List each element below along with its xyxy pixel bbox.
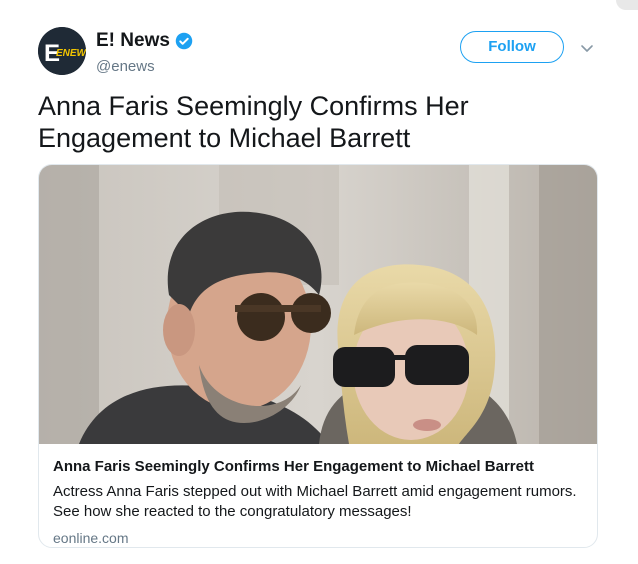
tweet-header: E ENEWS E! News @enews Follow xyxy=(38,27,608,77)
enews-logo-icon: E ENEWS xyxy=(38,27,86,75)
card-photo xyxy=(39,165,597,444)
avatar[interactable]: E ENEWS xyxy=(38,27,86,75)
tweet-text: Anna Faris Seemingly Confirms Her Engage… xyxy=(38,91,469,153)
display-name-row[interactable]: E! News xyxy=(96,30,193,52)
verified-badge-icon xyxy=(175,32,193,50)
display-name[interactable]: E! News xyxy=(96,30,170,52)
window-corner xyxy=(616,0,638,10)
card-body: Anna Faris Seemingly Confirms Her Engage… xyxy=(53,457,583,546)
link-card[interactable]: Anna Faris Seemingly Confirms Her Engage… xyxy=(38,164,598,548)
follow-button[interactable]: Follow xyxy=(460,31,564,63)
account-handle[interactable]: @enews xyxy=(96,58,193,75)
card-description: Actress Anna Faris stepped out with Mich… xyxy=(53,483,577,520)
chevron-down-icon[interactable] xyxy=(580,41,594,55)
avatar-text: ENEWS xyxy=(56,48,86,59)
card-domain: eonline.com xyxy=(53,530,129,546)
account-name-block: E! News @enews xyxy=(96,30,193,75)
card-title[interactable]: Anna Faris Seemingly Confirms Her Engage… xyxy=(53,457,583,476)
card-image[interactable] xyxy=(39,165,597,444)
